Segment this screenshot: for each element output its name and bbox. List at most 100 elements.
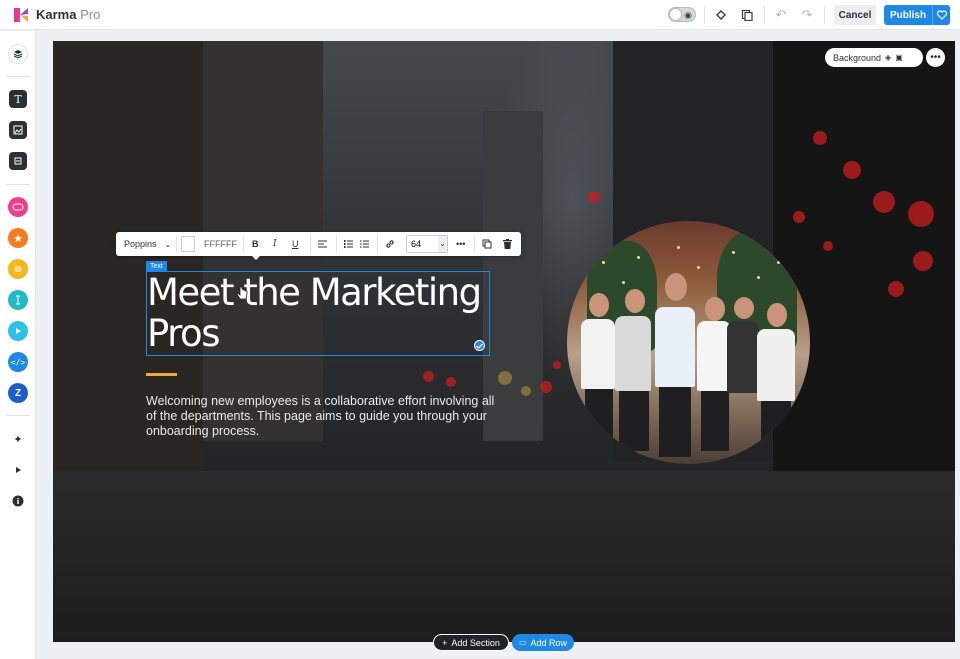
divider <box>377 236 378 252</box>
background-building <box>483 111 543 441</box>
link-icon[interactable] <box>385 236 395 252</box>
bokeh-light <box>908 201 934 227</box>
photo-person <box>615 316 651 391</box>
add-row-label: Add Row <box>530 637 568 648</box>
bokeh-light <box>521 386 531 396</box>
play-preview-icon[interactable] <box>8 460 28 480</box>
body-text[interactable]: Welcoming new employees is a collaborati… <box>146 394 496 439</box>
publish-options-button[interactable] <box>932 5 950 25</box>
background-label: Background <box>833 52 882 63</box>
page-canvas[interactable]: Background ◈ ▣ ••• Poppins ⌄ FFFFFF B I … <box>53 41 955 642</box>
video-element-icon[interactable] <box>8 321 28 341</box>
plus-icon: + <box>442 637 448 648</box>
unordered-list-icon[interactable] <box>360 236 369 252</box>
add-row-button[interactable]: ▭ Add Row <box>512 634 574 651</box>
add-section-label: Add Section <box>451 637 500 648</box>
heart-shield-icon <box>936 10 947 20</box>
photo-person <box>625 289 645 313</box>
bokeh-light <box>793 211 805 223</box>
photo-person <box>697 321 731 391</box>
paint-bucket-icon: ◈ <box>885 53 892 62</box>
font-size-input[interactable]: 64 ⌄ <box>406 235 448 253</box>
add-section-button[interactable]: + Add Section <box>433 634 509 651</box>
karma-logo-icon <box>14 8 28 22</box>
bokeh-light <box>873 191 895 213</box>
divider <box>6 415 30 416</box>
check-icon[interactable] <box>474 340 485 351</box>
row-icon: ▭ <box>518 638 527 647</box>
background-road <box>53 471 955 642</box>
bokeh-light <box>823 241 833 251</box>
layers-icon <box>13 50 23 59</box>
layers-button[interactable] <box>8 44 28 64</box>
publish-button[interactable]: Publish <box>884 5 932 25</box>
underline-icon[interactable]: U <box>292 236 299 252</box>
italic-icon[interactable]: I <box>273 236 277 252</box>
bokeh-light <box>540 381 552 393</box>
redo-icon[interactable]: ↷ <box>798 6 816 24</box>
bokeh-light <box>423 371 434 382</box>
text-color-hex[interactable]: FFFFFF <box>204 236 237 252</box>
background-building <box>773 41 955 511</box>
bokeh-light <box>888 281 904 297</box>
divider <box>6 184 30 185</box>
star-element-icon[interactable]: ★ <box>8 228 28 248</box>
text-color-swatch[interactable] <box>181 236 195 252</box>
bokeh-light <box>843 161 861 179</box>
block-element-icon[interactable] <box>9 152 27 170</box>
photo-person <box>705 297 725 321</box>
bokeh-light <box>498 371 512 385</box>
divider <box>336 236 337 252</box>
left-sidebar: T ★ </> Z ✦ <box>0 31 36 659</box>
align-left-icon[interactable] <box>318 236 327 252</box>
pages-icon[interactable] <box>738 6 756 24</box>
trash-icon[interactable] <box>503 236 512 252</box>
divider <box>704 6 705 24</box>
bokeh-light <box>813 131 827 145</box>
photo-person <box>581 319 615 389</box>
button-element-icon[interactable] <box>8 197 28 217</box>
divider <box>6 76 30 77</box>
more-options-icon[interactable]: ••• <box>456 236 465 252</box>
bokeh-light <box>588 191 600 203</box>
divider <box>764 6 765 24</box>
bold-icon[interactable]: B <box>252 236 259 252</box>
text-element-icon[interactable]: T <box>9 90 27 108</box>
photo-person <box>757 329 795 401</box>
team-photo[interactable] <box>567 221 810 464</box>
duplicate-icon[interactable] <box>482 236 492 252</box>
divider <box>243 236 244 252</box>
font-family-select[interactable]: Poppins ⌄ <box>124 236 171 252</box>
chevron-down-icon: ⌄ <box>164 239 172 249</box>
bokeh-light <box>553 361 561 369</box>
cancel-button[interactable]: Cancel <box>834 5 876 25</box>
headline-text[interactable]: Meet the Marketing Pros <box>147 272 489 354</box>
heading-accent-line <box>146 373 177 376</box>
photo-person <box>767 303 787 327</box>
top-bar: Karma Pro ◉ ↶ ↷ Cancel Publish <box>0 0 960 30</box>
ordered-list-icon[interactable] <box>344 236 353 252</box>
text-format-toolbar: Poppins ⌄ FFFFFF B I U 64 ⌄ ••• <box>116 232 521 256</box>
chevron-down-icon[interactable]: ⌄ <box>438 236 447 252</box>
divider <box>310 236 311 252</box>
image-icon: ▣ <box>895 53 903 62</box>
font-family-value: Poppins <box>124 239 157 249</box>
divider-element-icon[interactable] <box>8 259 28 279</box>
font-size-value: 64 <box>411 239 422 249</box>
brand-name-main: Karma <box>36 7 77 22</box>
ai-sparkle-icon[interactable]: ✦ <box>8 429 28 449</box>
paint-bucket-icon[interactable] <box>712 6 730 24</box>
section-more-button[interactable]: ••• <box>926 48 945 67</box>
spacer-element-icon[interactable] <box>8 290 28 310</box>
code-element-icon[interactable]: </> <box>8 352 28 372</box>
integration-element-icon[interactable]: Z <box>8 383 28 403</box>
background-settings-button[interactable]: Background ◈ ▣ <box>825 48 923 67</box>
divider <box>176 236 177 252</box>
info-icon[interactable] <box>8 491 28 511</box>
toggle-knob <box>670 9 681 20</box>
divider <box>824 6 825 24</box>
image-element-icon[interactable] <box>9 121 27 139</box>
undo-icon[interactable]: ↶ <box>772 6 790 24</box>
photo-person <box>734 297 754 319</box>
bokeh-light <box>913 251 933 271</box>
